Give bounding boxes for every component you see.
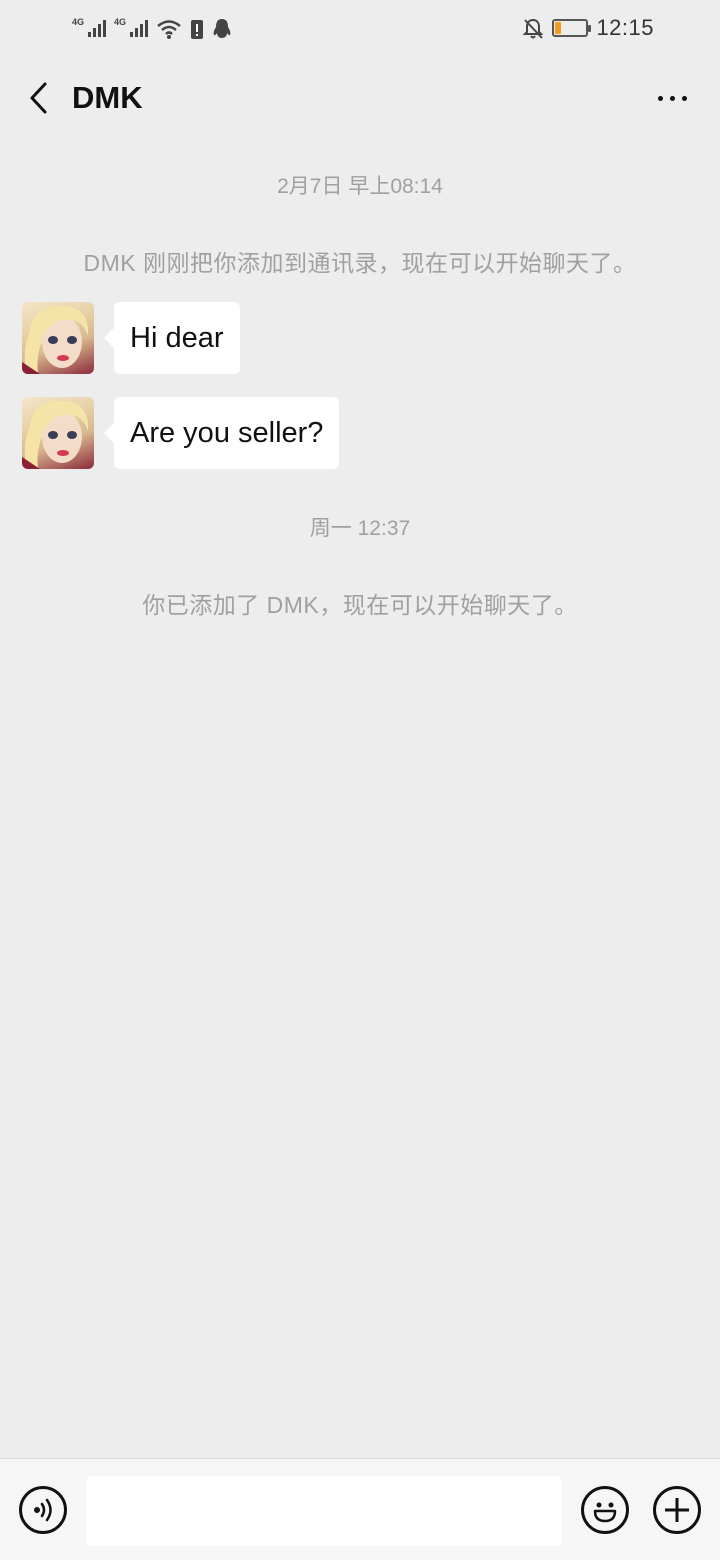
alert-icon — [190, 16, 204, 40]
mute-bell-icon — [522, 16, 544, 40]
battery-icon — [552, 19, 592, 37]
input-bar — [0, 1458, 720, 1560]
plus-button[interactable] — [653, 1486, 701, 1534]
timestamp: 周一 12:37 — [309, 517, 411, 540]
avatar[interactable] — [22, 397, 94, 469]
status-right: 12:15 — [522, 15, 654, 41]
chat-area[interactable]: 2月7日 早上08:14 DMK 刚刚把你添加到通讯录，现在可以开始聊天了。 H… — [0, 140, 720, 1458]
timestamp: 2月7日 早上08:14 — [277, 175, 443, 198]
back-button[interactable] — [18, 78, 58, 118]
message-row: Hi dear — [22, 302, 240, 376]
wifi-icon — [156, 16, 182, 40]
signal-4g-icon: 4G — [114, 17, 148, 39]
message-bubble[interactable]: Hi dear — [104, 302, 240, 374]
network-label: 4G — [72, 17, 85, 27]
status-left: 4G 4G — [72, 16, 232, 40]
voice-button[interactable] — [19, 1486, 67, 1534]
emoji-icon — [593, 1502, 617, 1523]
system-message: DMK 刚刚把你添加到通讯录，现在可以开始聊天了。 — [83, 250, 637, 276]
chat-header: DMK — [0, 56, 720, 140]
signal-4g-icon: 4G — [72, 17, 106, 39]
emoji-button[interactable] — [581, 1486, 629, 1534]
network-label: 4G — [114, 17, 127, 27]
page-title: DMK — [72, 80, 143, 115]
voice-icon — [34, 1498, 52, 1522]
clock: 12:15 — [596, 15, 654, 40]
plus-icon — [665, 1498, 689, 1522]
message-input[interactable] — [86, 1476, 562, 1546]
status-bar: 4G 4G 12:15 — [0, 0, 720, 56]
system-message: 你已添加了 DMK，现在可以开始聊天了。 — [142, 592, 578, 618]
message-bubble[interactable]: Are you seller? — [103, 397, 340, 469]
more-options-button[interactable] — [652, 80, 692, 116]
more-dots-icon — [657, 95, 663, 101]
chevron-left-icon — [30, 82, 47, 114]
message-row: Are you seller? — [22, 397, 340, 471]
avatar[interactable] — [22, 302, 94, 374]
qq-icon — [212, 16, 232, 40]
